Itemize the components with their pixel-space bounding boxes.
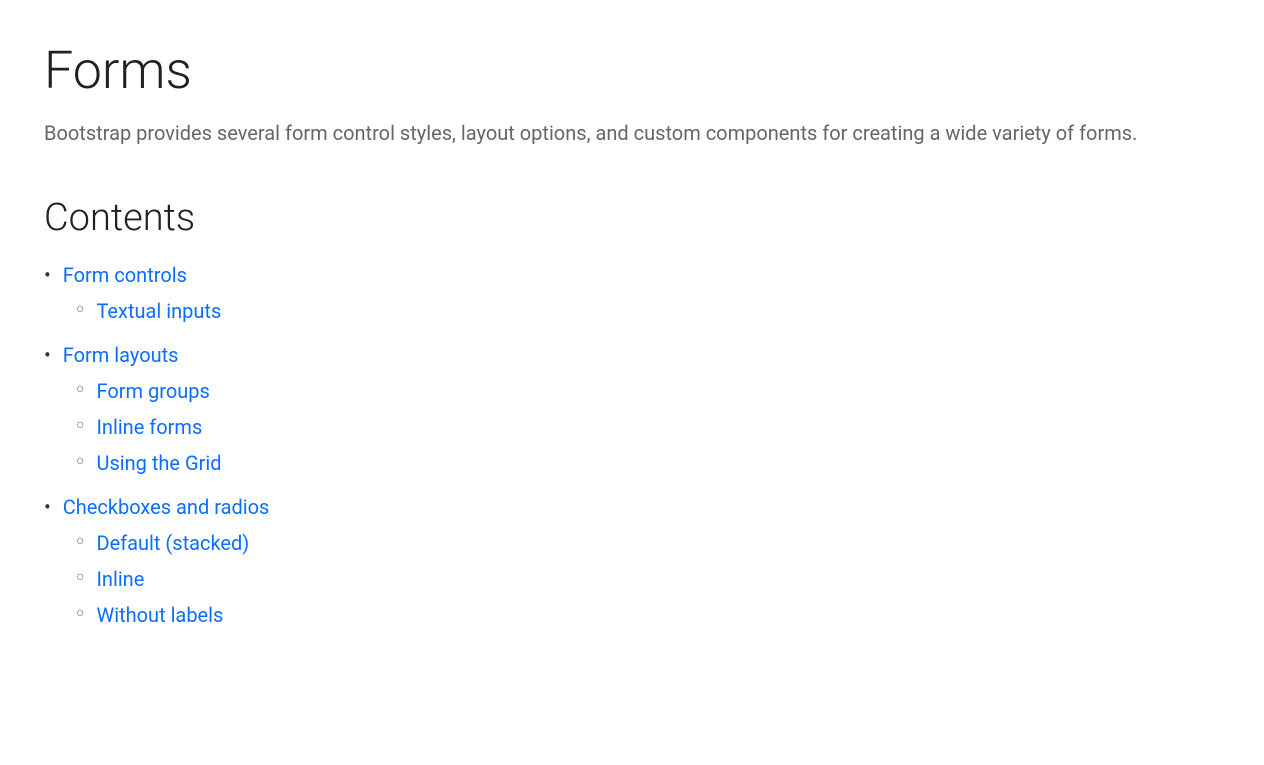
form-controls-link[interactable]: Form controls: [63, 260, 187, 290]
page-description: Bootstrap provides several form control …: [44, 118, 1194, 148]
sub-list: ○ Form groups ○ Inline forms ○ Using the…: [44, 376, 222, 484]
without-labels-link[interactable]: Without labels: [96, 600, 223, 630]
sub-list: ○ Textual inputs: [44, 296, 221, 332]
form-groups-link[interactable]: Form groups: [96, 376, 209, 406]
page-title: Forms: [44, 40, 1220, 102]
circle-bullet-icon: ○: [76, 528, 84, 555]
list-item: ○ Form groups: [76, 376, 222, 406]
list-item: ○ Inline: [76, 564, 249, 594]
circle-bullet-icon: ○: [76, 448, 84, 475]
circle-bullet-icon: ○: [76, 296, 84, 323]
bullet-icon: •: [44, 260, 51, 290]
contents-heading: Contents: [44, 196, 1220, 240]
list-item: ○ Without labels: [76, 600, 249, 630]
list-item: ○ Default (stacked): [76, 528, 249, 558]
list-item: • Form controls ○ Textual inputs: [44, 260, 1220, 332]
inline-forms-link[interactable]: Inline forms: [96, 412, 202, 442]
textual-inputs-link[interactable]: Textual inputs: [96, 296, 221, 326]
inline-link[interactable]: Inline: [96, 564, 144, 594]
form-layouts-link[interactable]: Form layouts: [63, 340, 179, 370]
bullet-icon: •: [44, 492, 51, 522]
sub-list: ○ Default (stacked) ○ Inline ○ Without l…: [44, 528, 249, 636]
list-item: ○ Using the Grid: [76, 448, 222, 478]
list-item: • Checkboxes and radios ○ Default (stack…: [44, 492, 1220, 636]
circle-bullet-icon: ○: [76, 600, 84, 627]
circle-bullet-icon: ○: [76, 564, 84, 591]
circle-bullet-icon: ○: [76, 376, 84, 403]
using-the-grid-link[interactable]: Using the Grid: [96, 448, 221, 478]
list-item: ○ Textual inputs: [76, 296, 221, 326]
contents-list: • Form controls ○ Textual inputs • Form …: [44, 260, 1220, 636]
list-item: • Form layouts ○ Form groups ○ Inline fo…: [44, 340, 1220, 484]
circle-bullet-icon: ○: [76, 412, 84, 439]
list-item: ○ Inline forms: [76, 412, 222, 442]
checkboxes-and-radios-link[interactable]: Checkboxes and radios: [63, 492, 270, 522]
bullet-icon: •: [44, 340, 51, 370]
default-stacked-link[interactable]: Default (stacked): [96, 528, 249, 558]
